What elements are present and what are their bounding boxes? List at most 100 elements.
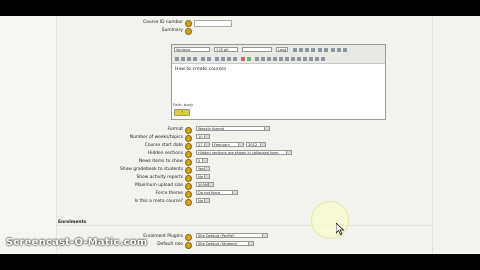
start-day-select[interactable]: 27 bbox=[196, 142, 210, 147]
nolink-icon[interactable] bbox=[279, 56, 283, 61]
chevron-down-icon bbox=[204, 135, 209, 138]
html-source-icon[interactable] bbox=[315, 56, 319, 61]
redo-icon[interactable] bbox=[343, 47, 347, 52]
default-role-select[interactable]: Site Default (Student) bbox=[196, 241, 254, 246]
editor-content[interactable]: How to create courses bbox=[175, 67, 226, 72]
align-right-icon[interactable] bbox=[187, 56, 191, 61]
italic-icon[interactable] bbox=[299, 47, 303, 52]
rtl-icon[interactable] bbox=[207, 56, 211, 61]
help-icon[interactable] bbox=[185, 199, 192, 206]
editor-path: Path: body bbox=[173, 102, 194, 107]
help-icon[interactable] bbox=[185, 234, 192, 241]
ltr-icon[interactable] bbox=[201, 56, 205, 61]
help-icon[interactable] bbox=[185, 242, 192, 249]
smiley-icon[interactable] bbox=[297, 56, 301, 61]
lang-select[interactable]: Lang bbox=[276, 47, 288, 52]
search-icon[interactable] bbox=[309, 56, 313, 61]
align-left-icon[interactable] bbox=[175, 56, 179, 61]
force-theme-select[interactable]: Do not force bbox=[196, 190, 238, 195]
help-icon[interactable] bbox=[185, 135, 192, 142]
help-icon[interactable] bbox=[185, 191, 192, 198]
section-divider bbox=[56, 225, 432, 226]
editor-toolbar-row-2 bbox=[172, 54, 385, 64]
help-icon[interactable] bbox=[185, 20, 192, 27]
bold-icon[interactable] bbox=[293, 47, 297, 52]
right-border bbox=[432, 16, 433, 254]
font-size-select[interactable]: 1 (8 pt) bbox=[214, 47, 238, 52]
justify-icon[interactable] bbox=[193, 56, 197, 61]
special-char-icon[interactable] bbox=[303, 56, 307, 61]
bg-color-icon[interactable] bbox=[247, 56, 251, 61]
news-items-select[interactable]: 5 bbox=[196, 158, 208, 163]
summary-label: Summary bbox=[161, 28, 183, 33]
help-icon[interactable] bbox=[185, 175, 192, 182]
outdent-icon[interactable] bbox=[227, 56, 231, 61]
enrol-plugins-label: Enrolment Plugins bbox=[143, 234, 183, 239]
link-icon[interactable] bbox=[267, 56, 271, 61]
hidden-sections-select[interactable]: Hidden sections are shown in collapsed f… bbox=[196, 150, 292, 155]
unordered-list-icon[interactable] bbox=[221, 56, 225, 61]
chevron-down-icon bbox=[204, 199, 209, 202]
start-year-select[interactable]: 2012 bbox=[246, 142, 266, 147]
chevron-down-icon bbox=[204, 167, 209, 170]
chevron-down-icon bbox=[264, 127, 269, 130]
chevron-down-icon bbox=[232, 191, 237, 194]
align-center-icon[interactable] bbox=[181, 56, 185, 61]
indent-icon[interactable] bbox=[233, 56, 237, 61]
gradebook-label: Show gradebook to students bbox=[120, 167, 183, 172]
undo-icon[interactable] bbox=[337, 47, 341, 52]
enrol-plugins-select[interactable]: Site Default (PayPal) bbox=[196, 233, 268, 238]
activity-reports-label: Show activity reports bbox=[136, 175, 183, 180]
help-icon[interactable] bbox=[185, 127, 192, 134]
editor-help-button[interactable]: ? bbox=[174, 109, 190, 116]
summary-html-editor[interactable]: Verdana 1 (8 pt) Lang How to create cour… bbox=[171, 44, 386, 120]
chevron-down-icon bbox=[202, 159, 207, 162]
left-sidebar bbox=[0, 16, 57, 254]
chevron-down-icon bbox=[238, 143, 243, 146]
help-icon[interactable] bbox=[185, 183, 192, 190]
format-select[interactable]: Weekly format bbox=[196, 126, 270, 131]
mouse-pointer-icon bbox=[336, 223, 344, 235]
hr-icon[interactable] bbox=[255, 56, 259, 61]
help-icon[interactable] bbox=[185, 167, 192, 174]
superscript-icon[interactable] bbox=[324, 47, 328, 52]
fullscreen-icon[interactable] bbox=[321, 56, 325, 61]
anchor-icon[interactable] bbox=[261, 56, 265, 61]
default-role-label: Default role bbox=[157, 242, 183, 247]
sections-label: Number of weeks/topics bbox=[129, 135, 183, 140]
text-color-icon[interactable] bbox=[241, 56, 245, 61]
format-label: Format bbox=[167, 127, 183, 132]
heading-select[interactable] bbox=[242, 47, 272, 52]
news-items-label: News items to show bbox=[138, 159, 183, 164]
chevron-down-icon bbox=[204, 175, 209, 178]
max-upload-select[interactable]: 500MB bbox=[196, 182, 214, 187]
unlink-icon[interactable] bbox=[273, 56, 277, 61]
hidden-sections-label: Hidden sections bbox=[147, 151, 183, 156]
chevron-down-icon bbox=[204, 143, 209, 146]
start-date-label: Course start date bbox=[144, 143, 183, 148]
clean-icon[interactable] bbox=[331, 47, 335, 52]
strikethrough-icon[interactable] bbox=[311, 47, 315, 52]
course-id-input[interactable] bbox=[194, 20, 232, 27]
max-upload-label: Maximum upload size bbox=[135, 183, 183, 188]
help-icon[interactable] bbox=[185, 28, 192, 35]
activity-reports-select[interactable]: No bbox=[196, 174, 210, 179]
chevron-down-icon bbox=[248, 242, 253, 245]
chevron-down-icon bbox=[208, 183, 213, 186]
meta-course-select[interactable]: No bbox=[196, 198, 210, 203]
help-icon[interactable] bbox=[185, 143, 192, 150]
table-icon[interactable] bbox=[291, 56, 295, 61]
ordered-list-icon[interactable] bbox=[215, 56, 219, 61]
gradebook-select[interactable]: Yes bbox=[196, 166, 210, 171]
sections-select[interactable]: 10 bbox=[196, 134, 210, 139]
course-id-label: Course ID number bbox=[143, 20, 183, 25]
image-icon[interactable] bbox=[285, 56, 289, 61]
subscript-icon[interactable] bbox=[318, 47, 322, 52]
moodle-course-settings-page: Course ID number Summary Verdana 1 (8 pt… bbox=[0, 16, 480, 254]
help-icon[interactable] bbox=[185, 159, 192, 166]
chevron-down-icon bbox=[286, 151, 291, 154]
help-icon[interactable] bbox=[185, 151, 192, 158]
underline-icon[interactable] bbox=[305, 47, 309, 52]
start-month-select[interactable]: February bbox=[212, 142, 244, 147]
font-family-select[interactable]: Verdana bbox=[174, 47, 210, 52]
